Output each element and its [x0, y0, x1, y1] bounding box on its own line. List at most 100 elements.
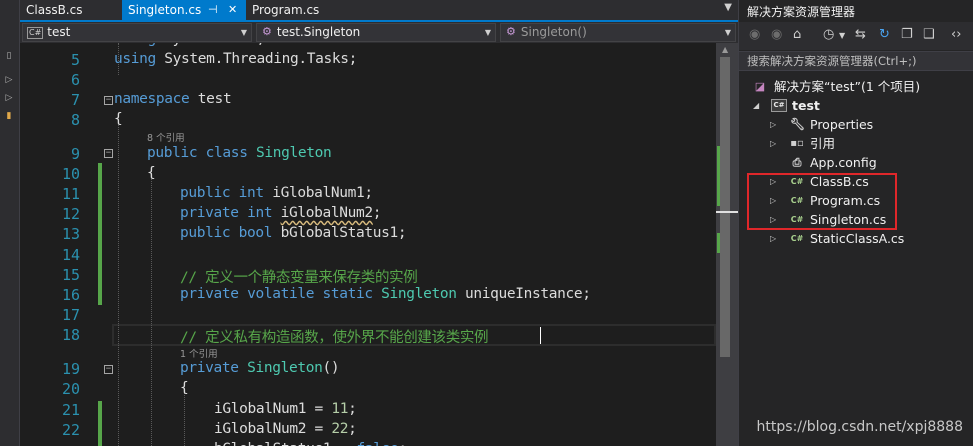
collapsed-icon[interactable]: ▷ [770, 134, 776, 153]
tree-label: StaticClassA.cs [810, 231, 905, 246]
tab-overflow-icon[interactable]: ▼ [724, 2, 732, 13]
line-number: 22 [61, 421, 80, 439]
collapse-icon[interactable]: − [104, 149, 113, 158]
navigation-bar: C# test ▼ ⚙ test.Singleton ▼ ⚙ Singleton() … [20, 20, 738, 43]
collapsed-icon[interactable]: ▷ [770, 115, 776, 134]
tree-label: test [792, 98, 820, 113]
tab-program[interactable]: Program.cs [246, 0, 336, 20]
pin-icon[interactable]: ⊣ [208, 0, 218, 20]
line-number: 9 [70, 145, 80, 163]
collapse-all-icon[interactable]: ❐ [901, 27, 913, 42]
tab-singleton[interactable]: Singleton.cs ⊣ ✕ [122, 0, 246, 20]
expanded-icon[interactable]: ◢ [753, 96, 759, 115]
code-line-partial: bGlobalStatus1 = false; [214, 441, 407, 446]
watermark: https://blog.csdn.net/xpj8888 [756, 419, 963, 435]
class-dropdown[interactable]: ⚙ test.Singleton ▼ [256, 23, 496, 42]
code-line: iGlobalNum2 = 22; [214, 421, 357, 437]
change-bar [98, 401, 102, 446]
collapse-icon[interactable]: − [104, 365, 113, 374]
solution-search-input[interactable]: 搜索解决方案资源管理器(Ctrl+;) [739, 51, 973, 71]
left-tool-strip: ▯ ▷ ▷ ▮ [0, 0, 20, 446]
tree-label: 解决方案“test”(1 个项目) [774, 79, 921, 94]
line-number: 19 [61, 360, 80, 378]
method-icon: ⚙ [506, 25, 516, 38]
pending-changes-icon[interactable]: ◷ [823, 27, 834, 42]
config-file-icon: ⎙ [792, 156, 802, 169]
line-number: 11 [61, 185, 80, 203]
indent-guide [151, 168, 152, 446]
code-line: private Singleton() [180, 360, 340, 376]
scroll-up-icon[interactable]: ▲ [722, 45, 728, 54]
bookmark-icon[interactable]: ▮ [3, 110, 15, 122]
solution-explorer-panel: 解决方案资源管理器 ◉ ◉ ⌂ ◷ ▼ ⇆ ↻ ❐ ❑ ‹› 搜索解决方案资源管… [738, 0, 973, 446]
line-number: 21 [61, 401, 80, 419]
code-line: using System.Text; [114, 43, 265, 47]
line-number: 20 [61, 380, 80, 398]
change-marker [717, 233, 720, 253]
line-number: 10 [61, 165, 80, 183]
solution-explorer-toolbar: ◉ ◉ ⌂ ◷ ▼ ⇆ ↻ ❐ ❑ ‹› [739, 22, 973, 50]
code-line: public class Singleton [147, 145, 332, 161]
properties-icon[interactable]: ▷ [3, 92, 15, 104]
references-icon: ▪▫ [790, 138, 804, 149]
change-marker [717, 146, 720, 206]
change-bar [98, 163, 102, 305]
tab-label: Program.cs [252, 3, 320, 17]
chevron-down-icon: ▼ [724, 28, 731, 37]
codelens-references[interactable]: 8 个引用 [147, 130, 185, 144]
show-all-files-icon[interactable]: ❑ [923, 27, 935, 42]
tab-classb[interactable]: ClassB.cs [20, 0, 120, 20]
close-icon[interactable]: ✕ [228, 0, 237, 20]
code-view-icon[interactable]: ‹› [951, 27, 961, 42]
home-icon[interactable]: ⌂ [793, 27, 801, 42]
line-number: 12 [61, 205, 80, 223]
sync-icon[interactable]: ⇆ [855, 27, 866, 42]
line-number: 15 [61, 266, 80, 284]
project-dropdown[interactable]: C# test ▼ [22, 23, 252, 42]
tree-label: 引用 [810, 136, 836, 151]
csharp-project-icon: C# [771, 99, 787, 112]
tab-label: Singleton.cs [128, 3, 202, 17]
csharp-file-icon: C# [790, 234, 804, 243]
code-editor[interactable]: − − − 5 6 7 8 9 10 11 12 13 14 15 16 17 … [20, 43, 716, 446]
line-number: 16 [61, 286, 80, 304]
chevron-down-icon[interactable]: ▼ [839, 31, 845, 40]
editor-vertical-scrollbar[interactable]: ▲ [716, 43, 738, 446]
back-icon[interactable]: ◉ [749, 27, 760, 42]
tree-item-appconfig[interactable]: ⎙ App.config [739, 153, 973, 172]
tree-project[interactable]: ◢ C# test [739, 96, 973, 115]
code-line: namespace test [114, 91, 232, 107]
refresh-icon[interactable]: ↻ [879, 27, 890, 42]
code-line: public bool bGlobalStatus1; [180, 225, 407, 241]
line-number: 7 [70, 91, 80, 109]
highlight-annotation-box [747, 173, 897, 230]
server-explorer-icon[interactable]: ▯ [3, 50, 15, 62]
tree-label: Properties [810, 117, 874, 132]
code-line: using System.Threading.Tasks; [114, 51, 358, 67]
class-dropdown-value: test.Singleton [276, 25, 361, 39]
line-number: 6 [70, 71, 80, 89]
code-line: public int iGlobalNum1; [180, 185, 373, 201]
text-caret [540, 327, 541, 344]
toolbox-icon[interactable]: ▷ [3, 74, 15, 86]
project-dropdown-value: test [47, 25, 71, 39]
tree-item-properties[interactable]: ▷ 🔧︎ Properties [739, 115, 973, 134]
line-number: 8 [70, 111, 80, 129]
scrollbar-thumb[interactable] [720, 57, 730, 357]
caret-position-marker [716, 211, 738, 213]
collapse-icon[interactable]: − [104, 96, 113, 105]
code-line: private volatile static Singleton unique… [180, 286, 591, 302]
codelens-references[interactable]: 1 个引用 [180, 346, 218, 360]
line-number: 14 [61, 246, 80, 264]
indent-guide [118, 125, 119, 446]
tree-item-staticclassa[interactable]: ▷ C# StaticClassA.cs [739, 229, 973, 248]
collapsed-icon[interactable]: ▷ [770, 229, 776, 248]
tree-solution[interactable]: ◪ 解决方案“test”(1 个项目) [739, 77, 973, 96]
forward-icon[interactable]: ◉ [771, 27, 782, 42]
chevron-down-icon: ▼ [484, 28, 491, 37]
code-comment: // 定义私有构造函数，使外界不能创建该类实例 [180, 330, 489, 346]
solution-icon: ◪ [754, 80, 766, 93]
member-dropdown[interactable]: ⚙ Singleton() ▼ [500, 23, 736, 42]
tree-item-references[interactable]: ▷ ▪▫ 引用 [739, 134, 973, 153]
code-line: { [180, 380, 189, 396]
